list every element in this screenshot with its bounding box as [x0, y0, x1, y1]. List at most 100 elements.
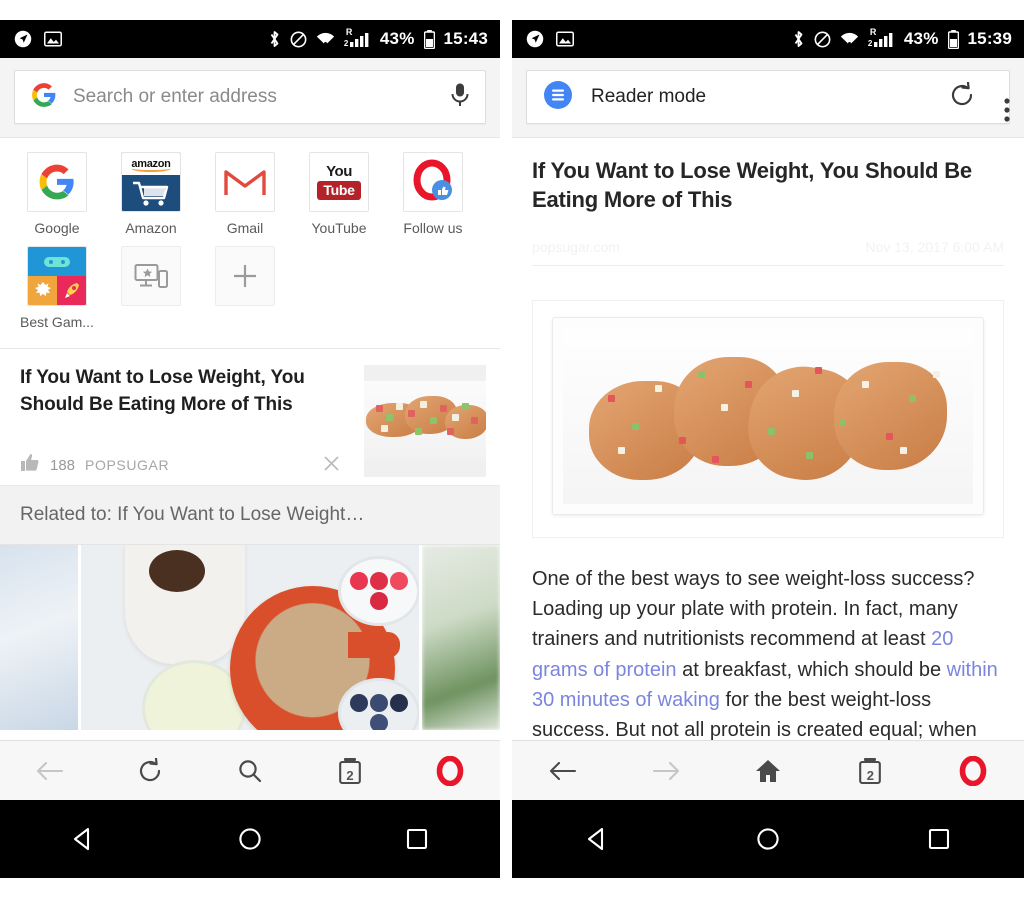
- reload-button[interactable]: [100, 741, 200, 800]
- nav-home-button[interactable]: [215, 800, 285, 878]
- oatmeal-breakfast-photo[interactable]: [81, 545, 419, 730]
- search-icon: [239, 759, 262, 782]
- speed-dial-row-1: Google amazon Amazon Gmail You Tube YouT…: [10, 152, 490, 246]
- sim-label: 2: [867, 38, 873, 48]
- opera-logo-icon: [436, 755, 464, 786]
- search-button[interactable]: [200, 741, 300, 800]
- greens-photo[interactable]: [422, 545, 500, 730]
- speed-dial-row-2: Best Gam...: [10, 246, 490, 340]
- speed-dial-amazon[interactable]: amazon Amazon: [104, 152, 198, 246]
- article-date: Nov 13, 2017 6:00 AM: [865, 238, 1004, 255]
- tab-count: 2: [346, 767, 354, 783]
- tabs-button[interactable]: 2: [300, 741, 400, 800]
- triangle-back-icon: [74, 827, 90, 851]
- close-icon[interactable]: [323, 455, 340, 476]
- sync-devices-tile: [121, 246, 181, 306]
- battery-percent: 43%: [379, 29, 415, 48]
- battery-percent: 43%: [903, 29, 939, 48]
- android-navigation-bar: [0, 800, 500, 878]
- youtube-wordmark-bottom: Tube: [317, 181, 361, 200]
- roaming-label: R: [345, 26, 353, 37]
- sync-devices-icon: [134, 264, 168, 288]
- article-source: popsugar.com: [532, 238, 620, 255]
- circle-home-icon: [757, 828, 779, 850]
- sky-photo[interactable]: [0, 545, 78, 730]
- right-phone-panel: R 2 43% 15:39 Reader mode If You Want to…: [512, 20, 1024, 878]
- address-bar-container: Search or enter address: [0, 58, 500, 138]
- tabs-button[interactable]: 2: [819, 741, 921, 800]
- back-button[interactable]: [0, 741, 100, 800]
- overflow-menu-button[interactable]: [1004, 83, 1010, 137]
- address-bar-container: Reader mode: [512, 58, 1024, 138]
- follow-us-tile: [403, 152, 463, 212]
- news-card-source: POPSUGAR: [85, 457, 170, 473]
- status-bar: R 2 43% 15:43: [0, 20, 500, 58]
- android-navigation-bar: [512, 800, 1024, 878]
- article-hero-image: [532, 299, 1004, 538]
- raspberry-bowl: [337, 556, 419, 627]
- gmail-icon: [224, 170, 266, 195]
- youtube-tile: You Tube: [309, 152, 369, 212]
- triangle-back-icon: [588, 827, 604, 851]
- speed-dial-label: YouTube: [311, 220, 367, 236]
- article-title: If You Want to Lose Weight, You Should B…: [532, 158, 972, 213]
- related-bar[interactable]: Related to: If You Want to Lose Weight…: [0, 486, 500, 545]
- gamepad-icon: [28, 247, 86, 276]
- speed-dial-youtube[interactable]: You Tube YouTube: [292, 152, 386, 246]
- forward-button[interactable]: [614, 741, 716, 800]
- cell-signal-icon: R 2: [867, 27, 895, 48]
- do-not-disturb-icon: [814, 31, 831, 48]
- gmail-tile: [215, 152, 275, 212]
- news-card-meta: 188 POPSUGAR: [20, 435, 352, 477]
- browser-toolbar: 2: [512, 740, 1024, 800]
- news-card[interactable]: If You Want to Lose Weight, You Should B…: [0, 349, 500, 486]
- puzzle-icon: [28, 276, 57, 305]
- reader-mode-icon[interactable]: [543, 80, 573, 115]
- clock: 15:43: [443, 29, 488, 48]
- opera-menu-button[interactable]: [922, 741, 1024, 800]
- screenshot-icon: [556, 31, 574, 47]
- news-card-body: If You Want to Lose Weight, You Should B…: [20, 365, 364, 477]
- screenshot-icon: [44, 31, 62, 47]
- do-not-disturb-icon: [290, 31, 307, 48]
- reload-button[interactable]: [949, 80, 975, 113]
- home-icon: [756, 759, 781, 782]
- nav-back-button[interactable]: [48, 800, 118, 878]
- nav-recents-button[interactable]: [904, 800, 974, 878]
- opera-logo-icon: [959, 755, 987, 786]
- home-button[interactable]: [717, 741, 819, 800]
- search-input[interactable]: Search or enter address: [14, 70, 486, 124]
- battery-icon: [947, 29, 959, 49]
- nav-back-button[interactable]: [562, 800, 632, 878]
- speed-dial-label: Gmail: [226, 220, 264, 236]
- speed-dial-follow-us[interactable]: Follow us: [386, 152, 480, 246]
- thumbs-up-icon[interactable]: [20, 453, 40, 477]
- nav-recents-button[interactable]: [382, 800, 452, 878]
- speed-dial-google[interactable]: Google: [10, 152, 104, 246]
- opera-menu-button[interactable]: [400, 741, 500, 800]
- speed-dial: Google amazon Amazon Gmail You Tube YouT…: [0, 138, 500, 349]
- location-icon: [14, 30, 32, 48]
- bluetooth-icon: [792, 30, 805, 48]
- youtube-wordmark-top: You: [326, 163, 352, 180]
- search-input-placeholder: Search or enter address: [73, 86, 277, 107]
- add-tile: [215, 246, 275, 306]
- back-button[interactable]: [512, 741, 614, 800]
- news-card-title: If You Want to Lose Weight, You Should B…: [20, 367, 305, 415]
- sim-label: 2: [343, 38, 349, 48]
- speed-dial-best-games[interactable]: Best Gam...: [10, 246, 104, 340]
- speed-dial-add[interactable]: [198, 246, 292, 340]
- wifi-icon: [840, 32, 859, 47]
- rocket-icon: [57, 276, 86, 305]
- article-byline: popsugar.com Nov 13, 2017 6:00 AM: [532, 239, 1004, 266]
- speed-dial-gmail[interactable]: Gmail: [198, 152, 292, 246]
- speed-dial-sync-devices[interactable]: [104, 246, 198, 340]
- cell-signal-icon: R 2: [343, 26, 371, 48]
- speed-dial-label: Amazon: [125, 220, 177, 236]
- microphone-icon[interactable]: [449, 82, 471, 113]
- article-text-2: at breakfast, which should be: [676, 658, 947, 681]
- nav-home-button[interactable]: [733, 800, 803, 878]
- square-recents-icon: [928, 828, 949, 850]
- reader-mode-bar[interactable]: Reader mode: [526, 70, 1010, 124]
- photo-strip[interactable]: [0, 545, 500, 730]
